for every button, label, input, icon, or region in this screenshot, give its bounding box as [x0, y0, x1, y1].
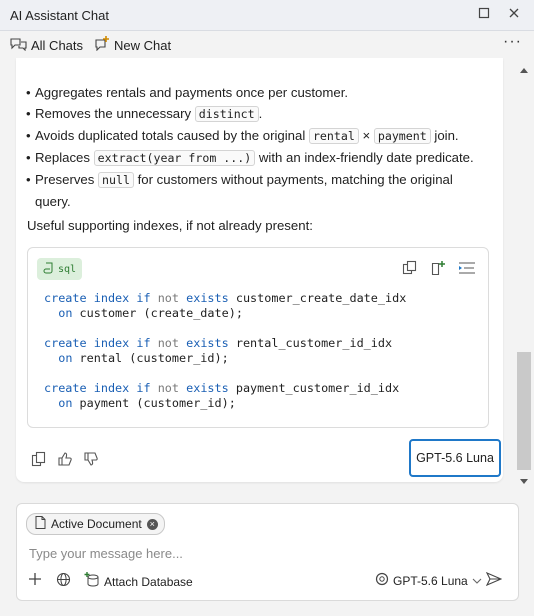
copy-message-icon[interactable] [31, 451, 47, 470]
scroll-up-icon[interactable] [520, 68, 528, 73]
code-line: on rental (customer_id); [58, 351, 229, 365]
thumbs-up-icon[interactable] [57, 451, 73, 470]
scroll-down-icon[interactable] [520, 479, 528, 484]
openai-logo-icon [375, 572, 389, 589]
inline-code: payment [373, 128, 431, 144]
attach-database-button[interactable]: Attach Database [84, 572, 193, 591]
close-icon[interactable] [508, 7, 524, 23]
chat-toolbar: All Chats New Chat ··· [0, 31, 534, 58]
remove-chip-icon[interactable]: × [146, 518, 158, 530]
active-document-chip[interactable]: Active Document × [26, 513, 165, 535]
code-line: create index if not exists customer_crea… [44, 291, 407, 305]
inline-code: null [98, 172, 134, 188]
window-title: AI Assistant Chat [10, 8, 109, 23]
code-line: create index if not exists payment_custo… [44, 381, 400, 395]
supporting-indexes-paragraph: Useful supporting indexes, if not alread… [27, 218, 313, 233]
code-actions [402, 260, 476, 276]
code-icon [43, 262, 55, 277]
assistant-message: Aggregates rentals and payments once per… [16, 58, 503, 482]
new-chat-button[interactable]: New Chat [94, 35, 171, 55]
inline-code: extract(year from ...) [93, 150, 256, 166]
list-item: Avoids duplicated totals caused by the o… [26, 125, 486, 147]
new-chat-icon [94, 36, 110, 54]
attach-database-label: Attach Database [104, 574, 193, 589]
sql-code: create index if not exists customer_crea… [44, 291, 406, 411]
more-options-icon[interactable]: ··· [503, 33, 522, 51]
all-chats-button[interactable]: All Chats [10, 35, 83, 55]
list-item: Replaces extract(year from ...) with an … [26, 147, 486, 169]
all-chats-label: All Chats [31, 37, 84, 53]
list-item: Aggregates rentals and payments once per… [26, 82, 486, 103]
maximize-icon[interactable] [478, 7, 494, 23]
chevron-down-icon [472, 574, 482, 588]
inline-code: distinct [194, 106, 259, 122]
code-line: create index if not exists rental_custom… [44, 336, 393, 350]
chats-icon [10, 37, 27, 54]
model-selector-label: GPT-5.6 Luna [393, 573, 468, 588]
add-icon[interactable] [28, 572, 42, 586]
chat-messages: Aggregates rentals and payments once per… [0, 58, 514, 488]
list-item: Removes the unnecessary distinct. [26, 103, 486, 125]
code-block: sql create index if not exists customer_… [27, 247, 489, 428]
insert-at-cursor-icon[interactable] [458, 260, 476, 276]
globe-icon[interactable] [56, 572, 71, 587]
copy-code-icon[interactable] [402, 260, 418, 276]
message-feedback [31, 451, 99, 470]
new-chat-label: New Chat [114, 37, 172, 53]
code-line: on customer (create_date); [58, 306, 243, 320]
send-icon[interactable] [486, 572, 502, 586]
composer-actions: Attach Database GPT-5.6 Luna [17, 570, 520, 594]
insert-new-file-icon[interactable] [430, 260, 446, 276]
code-line: on payment (customer_id); [58, 396, 236, 410]
bullet-list: Aggregates rentals and payments once per… [26, 82, 486, 212]
chip-label: Active Document [51, 517, 142, 531]
message-input[interactable] [27, 542, 501, 564]
document-icon [35, 516, 46, 532]
thumbs-down-icon[interactable] [83, 451, 99, 470]
message-composer: Active Document × Attach Database GPT-5.… [16, 503, 519, 601]
title-bar: AI Assistant Chat [0, 0, 534, 31]
chat-scrollbar[interactable] [514, 58, 534, 488]
model-selector[interactable]: GPT-5.6 Luna [375, 572, 482, 589]
list-item: Preserves null for customers without pay… [26, 169, 486, 212]
scroll-thumb[interactable] [517, 352, 531, 470]
inline-code: rental [308, 128, 359, 144]
database-icon [84, 572, 100, 591]
language-badge: sql [37, 258, 83, 280]
language-label: sql [58, 263, 77, 275]
model-button[interactable]: GPT-5.6 Luna [409, 439, 501, 477]
